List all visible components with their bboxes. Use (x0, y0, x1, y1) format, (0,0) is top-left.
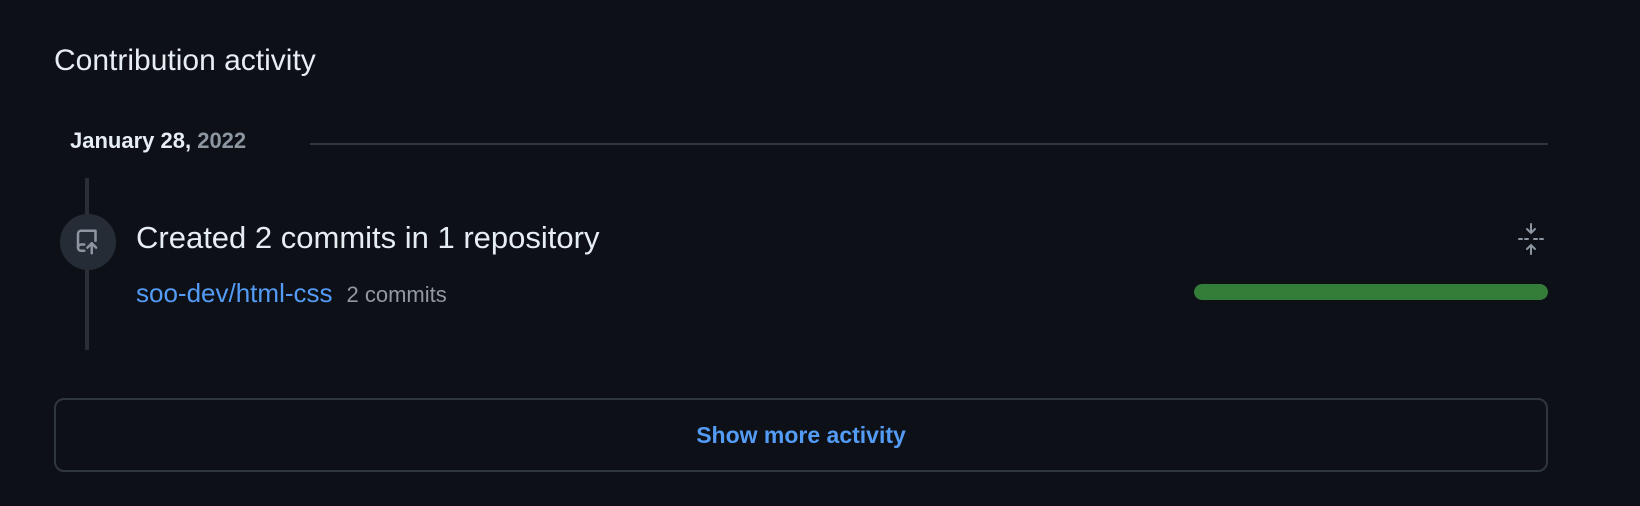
collapse-button[interactable] (1516, 222, 1546, 256)
timeline-date: January 28, 2022 (70, 128, 246, 154)
fold-icon (1518, 223, 1544, 255)
repo-push-icon (76, 229, 98, 255)
show-more-activity-button[interactable]: Show more activity (54, 398, 1548, 472)
event-icon-badge (60, 214, 116, 270)
timeline-date-header: January 28, 2022 (70, 128, 1548, 162)
repo-row: soo-dev/html-css 2 commits (136, 278, 447, 312)
repo-commit-count: 2 commits (346, 282, 447, 307)
repo-activity-bar-fill (1194, 284, 1548, 300)
event-title: Created 2 commits in 1 repository (136, 220, 600, 255)
date-divider (310, 143, 1548, 145)
repo-link[interactable]: soo-dev/html-css (136, 278, 333, 308)
timeline-date-month-day: January 28, (70, 128, 192, 153)
timeline-date-year: 2022 (197, 128, 247, 153)
section-title: Contribution activity (54, 44, 316, 77)
repo-activity-bar (1194, 284, 1548, 300)
